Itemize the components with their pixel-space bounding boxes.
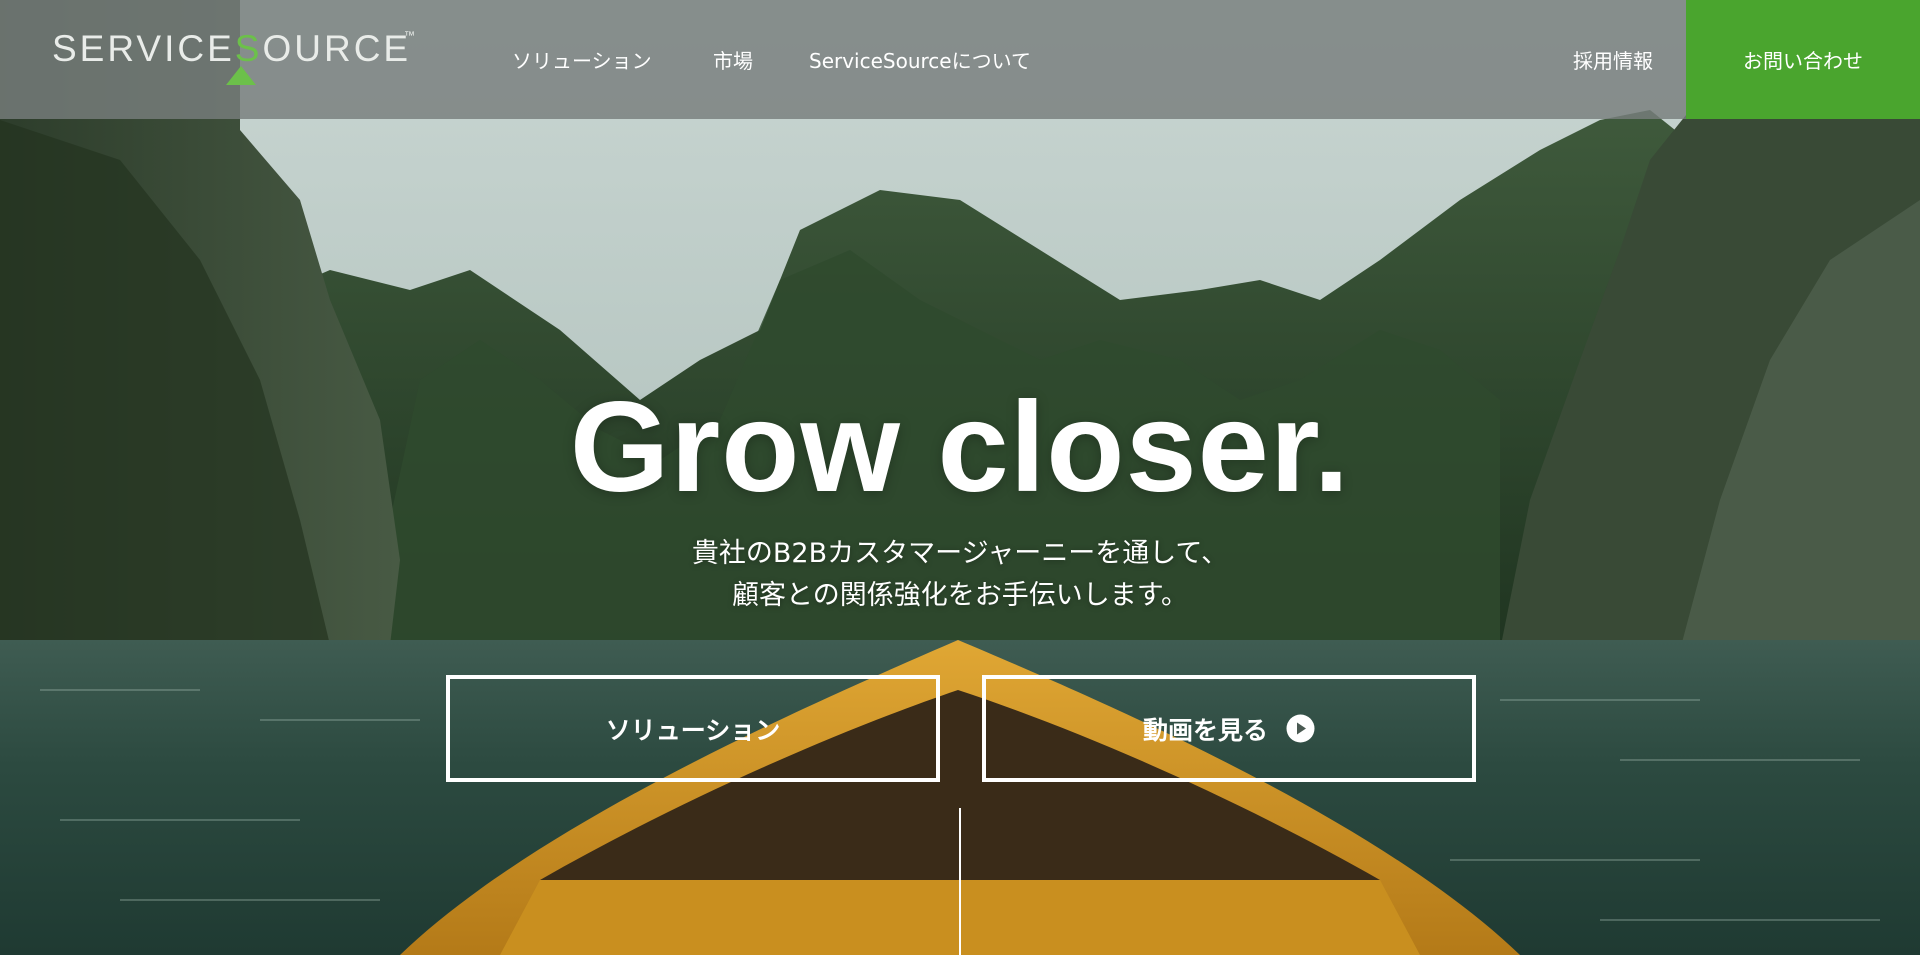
logo-triangle-icon: [226, 66, 256, 85]
nav-item-solutions[interactable]: ソリューション: [512, 45, 652, 74]
hero-subtitle-line-2: 顧客との関係強化をお手伝いします。: [731, 580, 1189, 611]
home-page: SERVICESOURCE ™ ソリューション 市場 ServiceSource…: [0, 0, 1920, 955]
play-circle-icon: [1286, 714, 1315, 743]
scroll-indicator-line: [959, 808, 961, 955]
watch-video-button[interactable]: 動画を見る: [982, 675, 1476, 782]
logo-trademark: ™: [404, 30, 415, 42]
watch-video-label: 動画を見る: [1142, 715, 1268, 745]
nav-item-markets[interactable]: 市場: [713, 45, 753, 74]
hero-subtitle: 貴社のB2Bカスタマージャーニーを通して、 顧客との関係強化をお手伝いします。: [0, 533, 1920, 617]
solutions-cta-button[interactable]: ソリューション: [446, 675, 940, 782]
solutions-cta-label: ソリューション: [605, 715, 781, 745]
logo-wordmark: SERVICESOURCE: [52, 28, 412, 69]
hero-subtitle-line-1: 貴社のB2Bカスタマージャーニーを通して、: [691, 538, 1229, 569]
nav-item-about[interactable]: ServiceSourceについて: [809, 45, 1031, 74]
contact-button[interactable]: お問い合わせ: [1686, 0, 1920, 119]
site-header: SERVICESOURCE ™ ソリューション 市場 ServiceSource…: [0, 0, 1920, 119]
servicesource-logo[interactable]: SERVICESOURCE ™: [52, 22, 422, 92]
hero-title: Grow closer.: [569, 376, 1351, 519]
nav-item-careers[interactable]: 採用情報: [1573, 45, 1653, 74]
